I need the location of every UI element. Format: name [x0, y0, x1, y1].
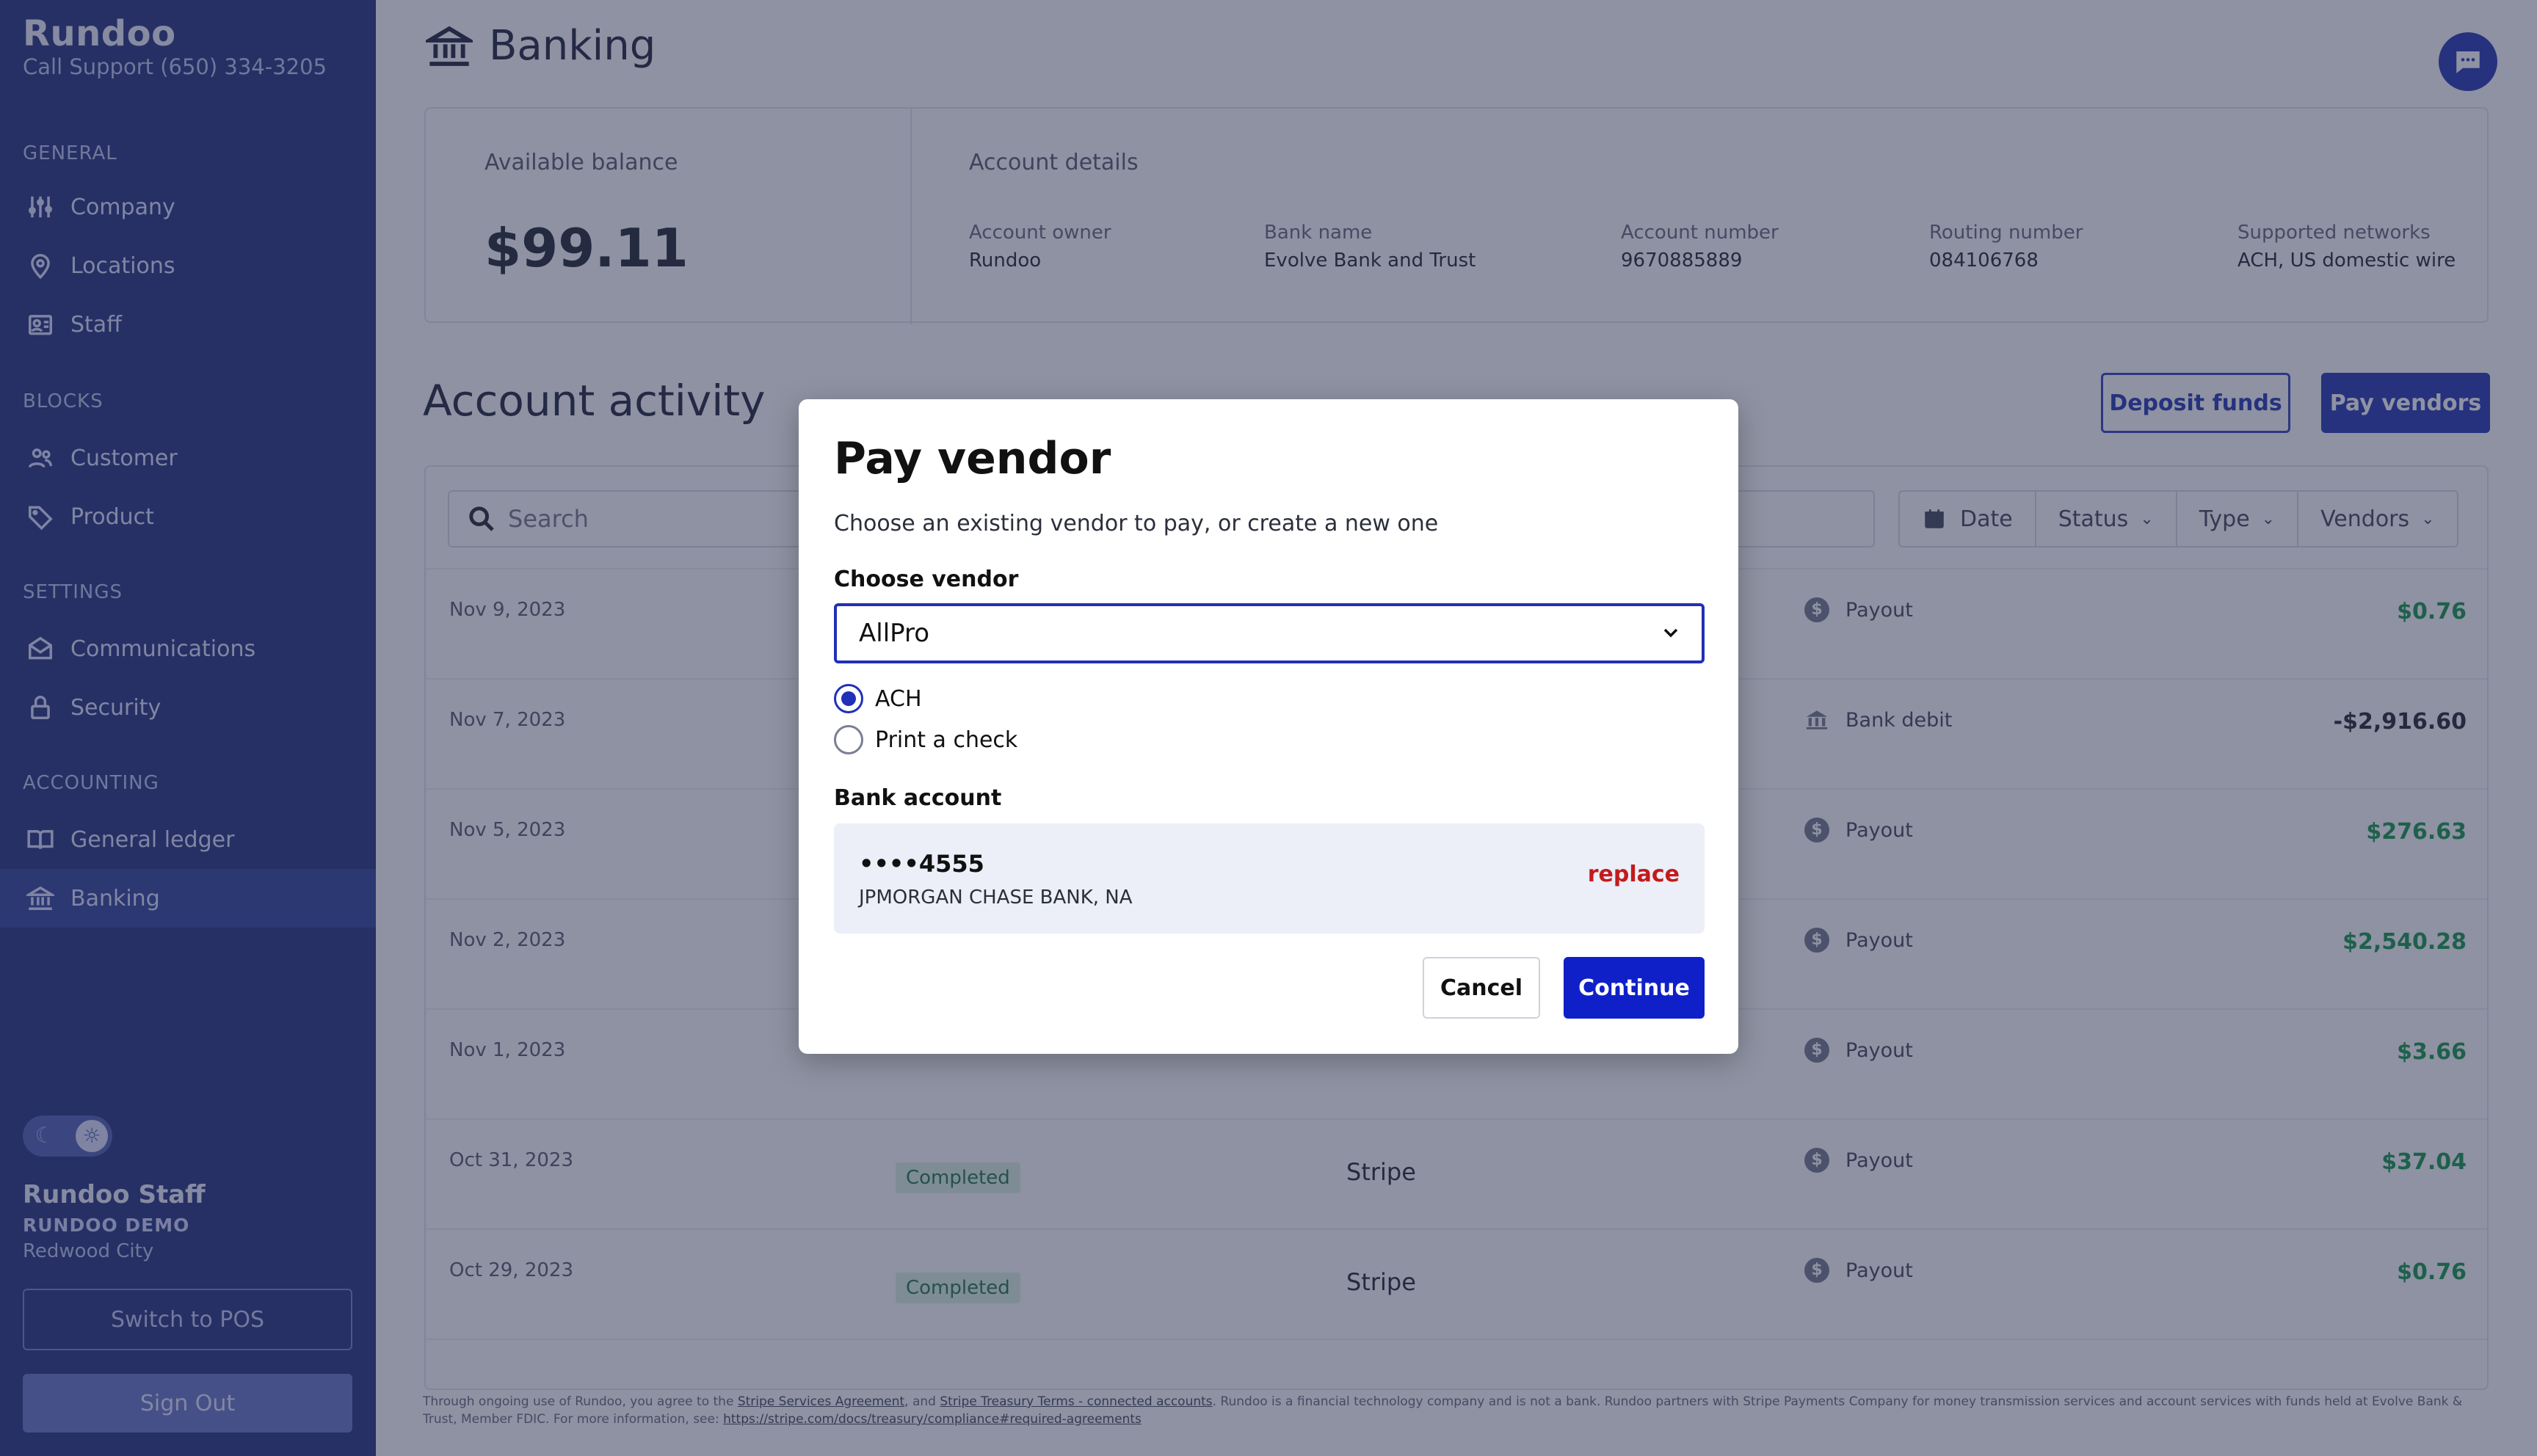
chevron-down-icon: [1663, 628, 1678, 638]
dialog-subtitle: Choose an existing vendor to pay, or cre…: [834, 511, 1439, 536]
replace-bank-link[interactable]: replace: [1588, 862, 1680, 887]
bank-account-number: ••••4555: [859, 850, 984, 878]
radio-ach[interactable]: ACH: [834, 684, 922, 713]
vendor-select-value: AllPro: [859, 619, 930, 648]
cancel-button[interactable]: Cancel: [1423, 957, 1540, 1019]
radio-ach-label: ACH: [875, 685, 922, 712]
radio-print-check-dot[interactable]: [834, 725, 863, 754]
bank-account-label: Bank account: [834, 785, 1002, 811]
pay-vendor-dialog: Pay vendor Choose an existing vendor to …: [799, 399, 1738, 1054]
dialog-title: Pay vendor: [834, 433, 1111, 484]
bank-account-card: ••••4555 JPMORGAN CHASE BANK, NA replace: [834, 823, 1705, 933]
radio-print-check[interactable]: Print a check: [834, 725, 1017, 754]
continue-button[interactable]: Continue: [1564, 957, 1705, 1019]
radio-print-check-label: Print a check: [875, 727, 1018, 753]
choose-vendor-label: Choose vendor: [834, 567, 1019, 592]
bank-account-name: JPMORGAN CHASE BANK, NA: [859, 887, 1133, 909]
vendor-select[interactable]: AllPro: [834, 603, 1705, 663]
radio-ach-dot[interactable]: [834, 684, 863, 713]
